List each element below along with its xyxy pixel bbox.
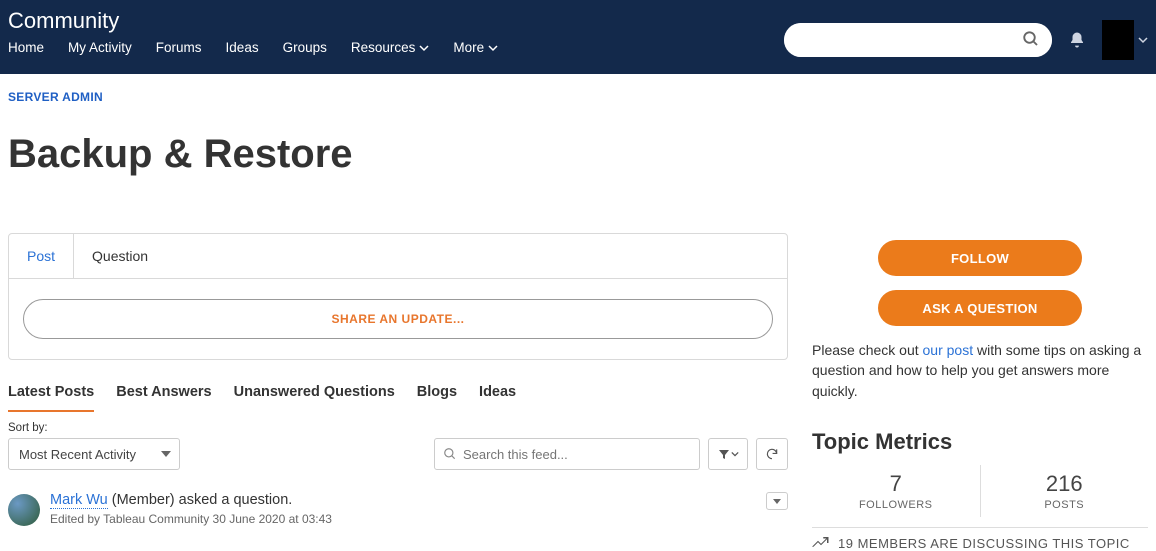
feed-tab-blogs[interactable]: Blogs — [417, 384, 457, 412]
avatar[interactable] — [8, 494, 40, 526]
feed-search-input[interactable] — [463, 447, 691, 462]
metrics: 7 FOLLOWERS 216 POSTS — [812, 465, 1148, 517]
feed-tab-unanswered-questions[interactable]: Unanswered Questions — [234, 384, 395, 412]
nav-item-my-activity[interactable]: My Activity — [68, 40, 132, 55]
global-search-input[interactable] — [784, 23, 1052, 57]
posts-metric: 216 POSTS — [980, 465, 1149, 517]
top-bar: Community Home My Activity Forums Ideas Grou… — [0, 0, 1156, 74]
post-menu-button[interactable] — [766, 492, 788, 510]
tip-link[interactable]: our post — [923, 342, 974, 358]
chevron-down-icon — [419, 43, 429, 53]
page-title: Backup & Restore — [8, 132, 788, 177]
refresh-button[interactable] — [756, 438, 788, 470]
search-icon — [1022, 30, 1040, 48]
compose-tab-post[interactable]: Post — [9, 234, 74, 278]
compose-box: PostQuestion SHARE AN UPDATE... — [8, 233, 788, 360]
filter-button[interactable] — [708, 438, 748, 470]
sidebar: FOLLOW ASK A QUESTION Please check out o… — [788, 90, 1148, 551]
follow-button[interactable]: FOLLOW — [878, 240, 1082, 276]
brand-title: Community — [8, 8, 498, 38]
chevron-down-icon — [1138, 35, 1148, 45]
post-headline: Mark Wu (Member) asked a question. — [50, 492, 788, 508]
metrics-heading: Topic Metrics — [812, 429, 1148, 455]
nav-item-resources[interactable]: Resources — [351, 40, 430, 55]
user-menu[interactable] — [1102, 20, 1148, 60]
discussing-row: 19 MEMBERS ARE DISCUSSING THIS TOPIC — [812, 527, 1148, 551]
nav-item-forums[interactable]: Forums — [156, 40, 202, 55]
nav-item-groups[interactable]: Groups — [283, 40, 327, 55]
sort-label: Sort by: — [8, 422, 48, 434]
followers-metric: 7 FOLLOWERS — [812, 465, 980, 517]
feed-tab-ideas[interactable]: Ideas — [479, 384, 516, 412]
ask-question-button[interactable]: ASK A QUESTION — [878, 290, 1082, 326]
chevron-down-icon — [773, 499, 781, 504]
chevron-down-icon — [488, 43, 498, 53]
nav-item-home[interactable]: Home — [8, 40, 44, 55]
sort-select[interactable]: Most Recent Activity — [8, 438, 180, 470]
feed-tabs: Latest Posts Best Answers Unanswered Quest… — [8, 384, 788, 412]
feed-tab-latest-posts[interactable]: Latest Posts — [8, 384, 94, 412]
nav-item-ideas[interactable]: Ideas — [226, 40, 259, 55]
compose-tab-question[interactable]: Question — [74, 234, 166, 278]
filter-icon — [718, 448, 730, 460]
tip-text: Please check out our post with some tips… — [812, 340, 1148, 401]
breadcrumb: SERVER ADMIN — [8, 90, 788, 104]
feed-post: Mark Wu (Member) asked a question. Edite… — [8, 492, 788, 526]
sort-value: Most Recent Activity — [19, 447, 136, 462]
share-update-button[interactable]: SHARE AN UPDATE... — [23, 299, 773, 339]
trending-icon — [812, 536, 830, 550]
breadcrumb-link[interactable]: SERVER ADMIN — [8, 90, 103, 104]
post-meta: Edited by Tableau Community 30 June 2020… — [50, 512, 788, 526]
notifications-icon[interactable] — [1068, 31, 1086, 49]
nav-item-more[interactable]: More — [453, 40, 498, 55]
refresh-icon — [765, 447, 779, 461]
global-search[interactable] — [784, 23, 1052, 57]
author-link[interactable]: Mark Wu — [50, 492, 108, 509]
search-icon — [443, 447, 457, 461]
chevron-down-icon — [731, 450, 739, 458]
chevron-down-icon — [161, 451, 171, 457]
feed-search[interactable] — [434, 438, 700, 470]
primary-nav: Home My Activity Forums Ideas Groups Resource… — [8, 38, 498, 55]
feed-tab-best-answers[interactable]: Best Answers — [116, 384, 211, 412]
avatar — [1102, 20, 1134, 60]
